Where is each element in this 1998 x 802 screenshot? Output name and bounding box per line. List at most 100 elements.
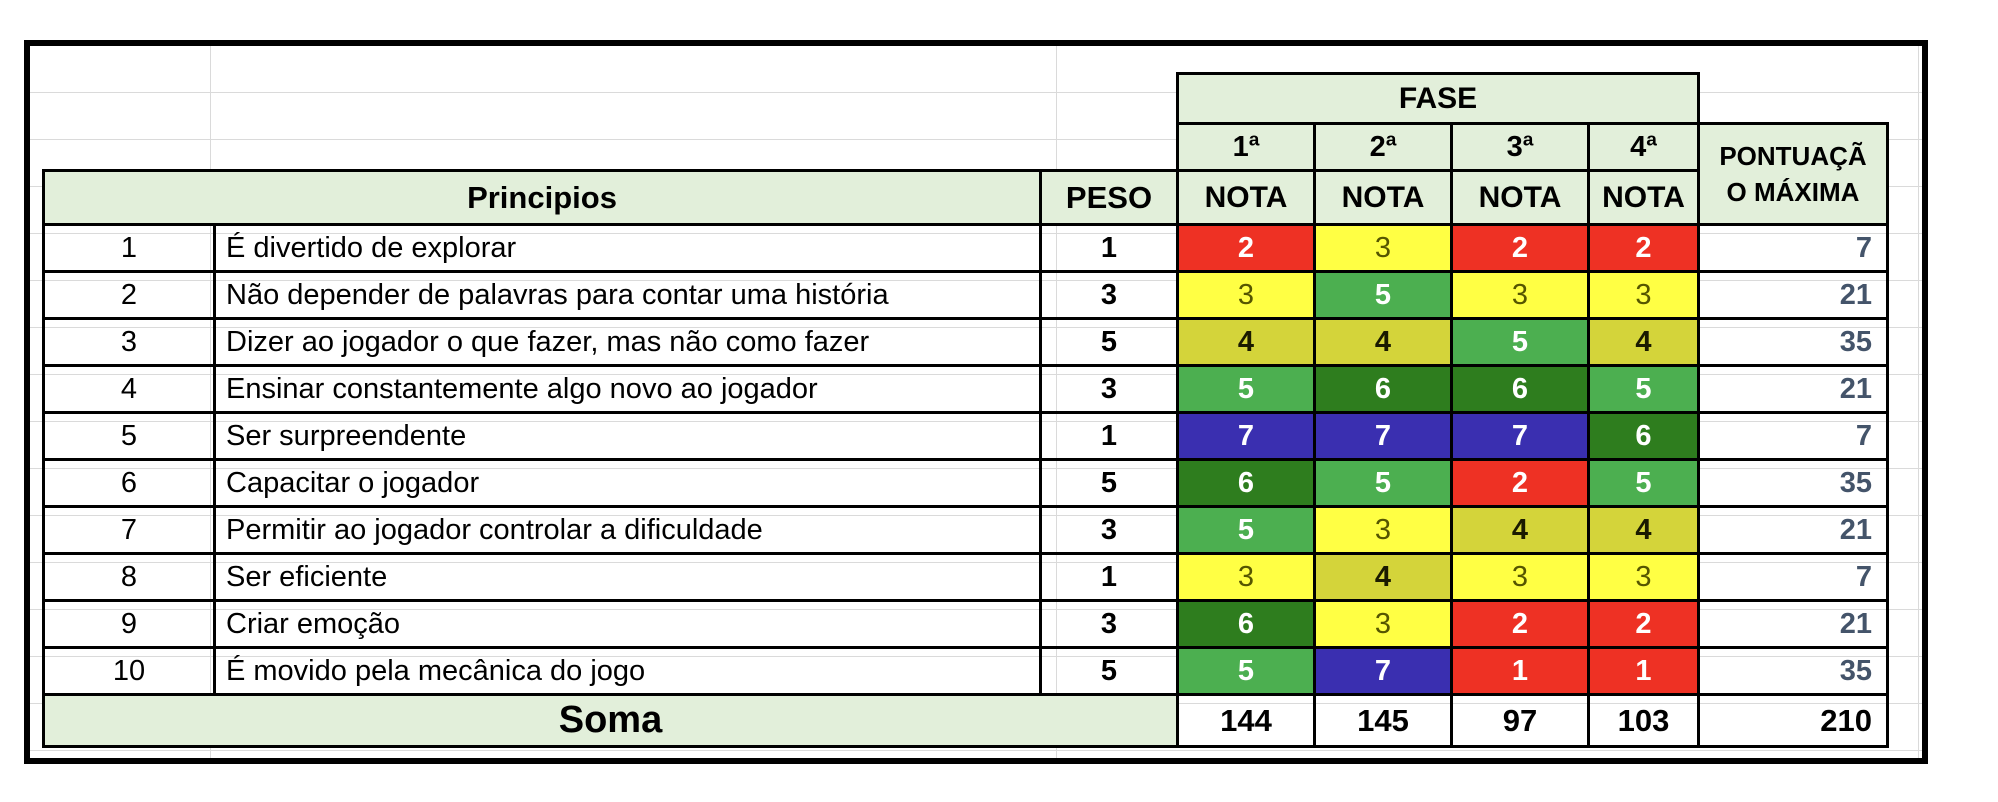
peso-cell[interactable]: 3 <box>1039 270 1179 320</box>
peso-header: PESO <box>1039 169 1179 226</box>
score-cell[interactable]: 7 <box>1313 646 1453 696</box>
row-number[interactable]: 9 <box>42 599 216 649</box>
score-cell[interactable]: 3 <box>1176 270 1316 320</box>
row-number[interactable]: 2 <box>42 270 216 320</box>
table-row: 8 Ser eficiente 1 3 4 3 3 7 <box>42 552 1889 602</box>
score-cell[interactable]: 4 <box>1450 505 1590 555</box>
peso-cell[interactable]: 1 <box>1039 552 1179 602</box>
score-cell[interactable]: 3 <box>1587 552 1700 602</box>
max-score-cell[interactable]: 7 <box>1697 552 1889 602</box>
table-row: 5 Ser surpreendente 1 7 7 7 6 7 <box>42 411 1889 461</box>
score-cell[interactable]: 2 <box>1450 458 1590 508</box>
score-cell[interactable]: 6 <box>1176 599 1316 649</box>
score-cell[interactable]: 3 <box>1176 552 1316 602</box>
principle-cell[interactable]: Dizer ao jogador o que fazer, mas não co… <box>213 317 1042 367</box>
max-score-cell[interactable]: 21 <box>1697 364 1889 414</box>
soma-phase-4: 103 <box>1587 693 1700 748</box>
max-score-cell[interactable]: 35 <box>1697 458 1889 508</box>
principle-cell[interactable]: Ensinar constantemente algo novo ao joga… <box>213 364 1042 414</box>
score-cell[interactable]: 7 <box>1313 411 1453 461</box>
score-cell[interactable]: 6 <box>1313 364 1453 414</box>
max-score-cell[interactable]: 21 <box>1697 599 1889 649</box>
nota-header: NOTA <box>1450 169 1590 226</box>
score-cell[interactable]: 2 <box>1450 599 1590 649</box>
phase-4-header: 4ª <box>1587 122 1700 172</box>
score-cell[interactable]: 5 <box>1313 458 1453 508</box>
row-number[interactable]: 10 <box>42 646 216 696</box>
principle-cell[interactable]: É movido pela mecânica do jogo <box>213 646 1042 696</box>
peso-cell[interactable]: 1 <box>1039 223 1179 273</box>
score-cell[interactable]: 3 <box>1313 223 1453 273</box>
score-cell[interactable]: 4 <box>1587 317 1700 367</box>
score-cell[interactable]: 5 <box>1587 364 1700 414</box>
principle-cell[interactable]: Não depender de palavras para contar uma… <box>213 270 1042 320</box>
score-cell[interactable]: 6 <box>1176 458 1316 508</box>
gridline <box>1918 46 1919 758</box>
score-cell[interactable]: 3 <box>1450 270 1590 320</box>
score-cell[interactable]: 5 <box>1313 270 1453 320</box>
max-score-cell[interactable]: 35 <box>1697 317 1889 367</box>
max-score-header-line2: O MÁXIMA <box>1726 177 1860 207</box>
max-score-cell[interactable]: 35 <box>1697 646 1889 696</box>
principios-header: Principios <box>42 169 1042 226</box>
peso-cell[interactable]: 5 <box>1039 646 1179 696</box>
score-cell[interactable]: 5 <box>1176 646 1316 696</box>
score-cell[interactable]: 4 <box>1176 317 1316 367</box>
soma-max: 210 <box>1697 693 1889 748</box>
row-number[interactable]: 7 <box>42 505 216 555</box>
table-row: 10 É movido pela mecânica do jogo 5 5 7 1 1 35 <box>42 646 1889 696</box>
score-cell[interactable]: 5 <box>1176 364 1316 414</box>
score-cell[interactable]: 1 <box>1450 646 1590 696</box>
row-number[interactable]: 1 <box>42 223 216 273</box>
spreadsheet-frame: FASE 1ª 2ª 3ª 4ª PONTUAÇÃ O MÁXIMA Princ… <box>24 40 1928 764</box>
table-row: 9 Criar emoção 3 6 3 2 2 21 <box>42 599 1889 649</box>
max-score-cell[interactable]: 21 <box>1697 270 1889 320</box>
row-number[interactable]: 8 <box>42 552 216 602</box>
row-number[interactable]: 5 <box>42 411 216 461</box>
row-number[interactable]: 6 <box>42 458 216 508</box>
score-cell[interactable]: 1 <box>1587 646 1700 696</box>
principle-cell[interactable]: Ser surpreendente <box>213 411 1042 461</box>
score-cell[interactable]: 3 <box>1313 505 1453 555</box>
max-score-cell[interactable]: 21 <box>1697 505 1889 555</box>
score-cell[interactable]: 3 <box>1450 552 1590 602</box>
soma-phase-2: 145 <box>1313 693 1453 748</box>
peso-cell[interactable]: 5 <box>1039 317 1179 367</box>
principle-cell[interactable]: Criar emoção <box>213 599 1042 649</box>
score-cell[interactable]: 5 <box>1176 505 1316 555</box>
principle-cell[interactable]: É divertido de explorar <box>213 223 1042 273</box>
max-score-cell[interactable]: 7 <box>1697 223 1889 273</box>
row-number[interactable]: 4 <box>42 364 216 414</box>
max-score-header: PONTUAÇÃ O MÁXIMA <box>1697 122 1889 226</box>
score-cell[interactable]: 5 <box>1450 317 1590 367</box>
peso-cell[interactable]: 5 <box>1039 458 1179 508</box>
peso-cell[interactable]: 3 <box>1039 505 1179 555</box>
score-cell[interactable]: 4 <box>1313 317 1453 367</box>
score-cell[interactable]: 3 <box>1587 270 1700 320</box>
peso-cell[interactable]: 1 <box>1039 411 1179 461</box>
score-cell[interactable]: 6 <box>1587 411 1700 461</box>
score-cell[interactable]: 5 <box>1587 458 1700 508</box>
score-cell[interactable]: 6 <box>1450 364 1590 414</box>
max-score-header-line1: PONTUAÇÃ <box>1719 141 1867 171</box>
score-cell[interactable]: 2 <box>1450 223 1590 273</box>
table-row: 4 Ensinar constantemente algo novo ao jog… <box>42 364 1889 414</box>
principle-cell[interactable]: Permitir ao jogador controlar a dificuld… <box>213 505 1042 555</box>
score-cell[interactable]: 2 <box>1176 223 1316 273</box>
score-cell[interactable]: 2 <box>1587 599 1700 649</box>
max-score-cell[interactable]: 7 <box>1697 411 1889 461</box>
row-number[interactable]: 3 <box>42 317 216 367</box>
score-cell[interactable]: 3 <box>1313 599 1453 649</box>
score-cell[interactable]: 4 <box>1313 552 1453 602</box>
score-cell[interactable]: 4 <box>1587 505 1700 555</box>
table-row: 1 É divertido de explorar 1 2 3 2 2 7 <box>42 223 1889 273</box>
peso-cell[interactable]: 3 <box>1039 364 1179 414</box>
peso-cell[interactable]: 3 <box>1039 599 1179 649</box>
phase-2-header: 2ª <box>1313 122 1453 172</box>
table-row: 3 Dizer ao jogador o que fazer, mas não c… <box>42 317 1889 367</box>
score-cell[interactable]: 2 <box>1587 223 1700 273</box>
score-cell[interactable]: 7 <box>1176 411 1316 461</box>
score-cell[interactable]: 7 <box>1450 411 1590 461</box>
principle-cell[interactable]: Ser eficiente <box>213 552 1042 602</box>
principle-cell[interactable]: Capacitar o jogador <box>213 458 1042 508</box>
